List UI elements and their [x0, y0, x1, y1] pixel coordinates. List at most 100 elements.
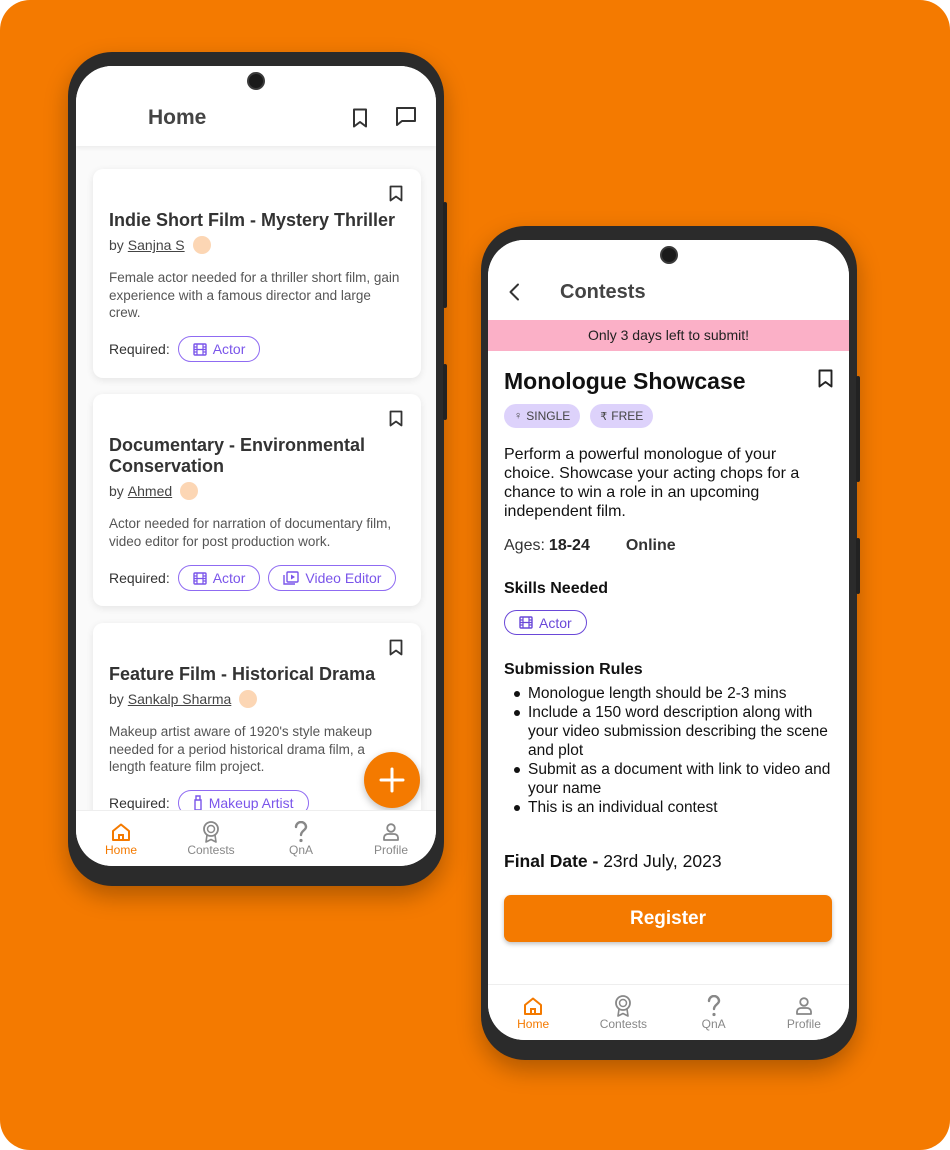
home-screen: Home Indie Short Film - Mystery Thriller…	[76, 66, 436, 866]
film-icon	[193, 342, 207, 356]
post-title: Feature Film - Historical Drama	[109, 664, 376, 684]
tag-label: FREE	[611, 409, 644, 423]
tag-free: ₹ FREE	[590, 404, 654, 428]
nav-contests[interactable]: Contests	[583, 985, 663, 1040]
list-item: This is an individual contest	[514, 798, 834, 817]
post-description: Makeup artist aware of 1920's style make…	[109, 724, 372, 774]
ages-row: Ages: 18-24 Online	[504, 537, 676, 555]
post-author: by Sankalp Sharma	[109, 690, 258, 708]
list-item: Monologue length should be 2-3 mins	[514, 684, 834, 703]
bottom-nav: Home Contests QnA Profile	[76, 810, 436, 866]
author-link[interactable]: Ahmed	[128, 483, 172, 499]
nav-home[interactable]: Home	[81, 811, 161, 866]
required-label: Required:	[109, 570, 170, 586]
ages-value: 18-24	[548, 537, 590, 554]
profile-icon	[795, 995, 813, 1017]
post-feed[interactable]: Indie Short Film - Mystery Thriller by S…	[76, 146, 436, 810]
single-icon: ♀	[514, 410, 523, 422]
ages-label: Ages:	[504, 537, 545, 554]
skill-chip-actor[interactable]: Actor	[504, 610, 587, 635]
camera-cutout	[659, 246, 678, 264]
by-prefix: by	[109, 483, 124, 499]
plus-icon	[379, 767, 405, 793]
page-title: Contests	[560, 281, 646, 303]
tag-single: ♀ SINGLE	[504, 404, 581, 428]
post-title: Documentary - Environmental Conservation	[109, 435, 366, 476]
bookmark-icon[interactable]	[389, 185, 403, 207]
home-icon	[523, 995, 543, 1017]
makeup-icon	[194, 795, 202, 810]
film-icon	[519, 616, 533, 629]
profile-icon	[382, 821, 400, 843]
chip-label: Actor	[212, 341, 246, 357]
camera-cutout	[247, 72, 265, 90]
required-row: Required: Actor	[109, 336, 261, 362]
nav-label: Profile	[373, 843, 408, 857]
nav-label: QnA	[701, 1017, 726, 1031]
author-link[interactable]: Sankalp Sharma	[128, 691, 232, 707]
chip-label: Actor	[212, 570, 246, 586]
final-date: Final Date - 23rd July, 2023	[504, 851, 722, 872]
required-label: Required:	[109, 795, 170, 810]
nav-profile[interactable]: Profile	[764, 985, 844, 1040]
required-row: Required: Actor Video Editor	[109, 565, 397, 591]
bookmark-icon[interactable]	[389, 639, 403, 661]
nav-label: Contests	[599, 1017, 648, 1031]
rules-heading: Submission Rules	[504, 661, 643, 678]
chip-label: Makeup Artist	[208, 795, 294, 810]
bookmark-icon[interactable]	[818, 369, 833, 393]
nav-home[interactable]: Home	[493, 985, 573, 1040]
question-icon	[707, 995, 721, 1017]
rupee-icon: ₹	[600, 410, 608, 423]
role-chip-video-editor[interactable]: Video Editor	[268, 565, 397, 591]
nav-label: Profile	[786, 1017, 821, 1031]
award-icon	[614, 995, 632, 1017]
contest-screen: Contests Only 3 days left to submit! Mon…	[488, 240, 849, 1040]
final-date-value: 23rd July, 2023	[603, 851, 722, 871]
nav-label: Contests	[187, 843, 235, 857]
by-prefix: by	[109, 237, 124, 253]
nav-label: Home	[517, 1017, 550, 1031]
chip-label: Video Editor	[305, 570, 382, 586]
chat-icon[interactable]	[394, 105, 418, 129]
page-title: Home	[148, 106, 207, 129]
nav-label: Home	[104, 843, 137, 857]
post-author: by Sanjna S	[109, 236, 211, 254]
film-icon	[193, 571, 207, 585]
post-author: by Ahmed	[109, 482, 199, 500]
final-date-label: Final Date -	[504, 851, 599, 871]
nav-contests[interactable]: Contests	[171, 811, 251, 866]
avatar	[192, 236, 211, 254]
post-title: Indie Short Film - Mystery Thriller	[109, 210, 396, 230]
nav-label: QnA	[288, 843, 313, 857]
nav-qna[interactable]: QnA	[674, 985, 754, 1040]
home-icon	[111, 821, 131, 843]
nav-qna[interactable]: QnA	[261, 811, 341, 866]
required-label: Required:	[109, 341, 170, 357]
nav-profile[interactable]: Profile	[351, 811, 431, 866]
by-prefix: by	[109, 691, 124, 707]
video-library-icon	[283, 571, 300, 585]
rules-list: Monologue length should be 2-3 mins Incl…	[514, 684, 834, 817]
role-chip-actor[interactable]: Actor	[177, 565, 261, 591]
tag-label: SINGLE	[526, 409, 571, 423]
list-item: Submit as a document with link to video …	[514, 760, 834, 798]
role-chip-actor[interactable]: Actor	[177, 336, 261, 362]
post-description: Actor needed for narration of documentar…	[109, 516, 392, 549]
register-button[interactable]: Register	[504, 895, 832, 942]
chip-label: Actor	[539, 614, 572, 631]
contest-mode: Online	[625, 537, 676, 554]
bookmark-icon[interactable]	[348, 106, 372, 130]
required-row: Required: Makeup Artist	[109, 790, 309, 810]
contest-title: Monologue Showcase	[504, 368, 746, 394]
award-icon	[202, 821, 220, 843]
back-arrow-icon[interactable]	[502, 280, 526, 304]
post-card[interactable]: Documentary - Environmental Conservation…	[93, 394, 421, 606]
role-chip-makeup-artist[interactable]: Makeup Artist	[177, 790, 309, 810]
author-link[interactable]: Sanjna S	[128, 237, 185, 253]
phone-contest: Contests Only 3 days left to submit! Mon…	[481, 226, 860, 1060]
skills-list: Actor	[504, 610, 587, 635]
post-card[interactable]: Indie Short Film - Mystery Thriller by S…	[93, 169, 421, 378]
add-post-button[interactable]	[364, 752, 420, 808]
bookmark-icon[interactable]	[389, 410, 403, 432]
